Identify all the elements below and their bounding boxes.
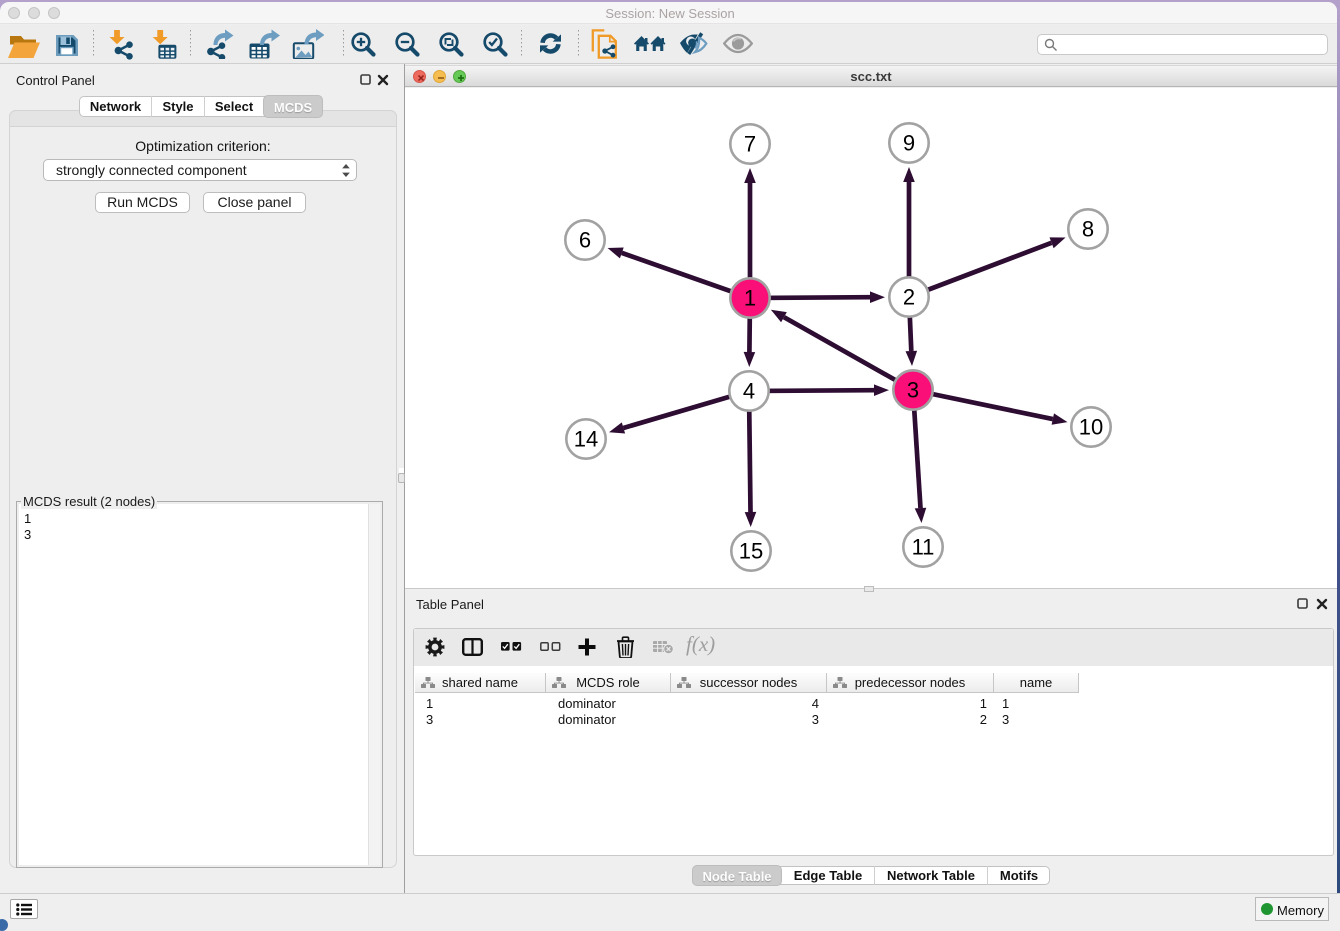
svg-text:8: 8 [1082, 217, 1094, 242]
svg-text:10: 10 [1079, 415, 1103, 440]
svg-text:3: 3 [907, 378, 919, 403]
svg-text:14: 14 [574, 427, 598, 452]
svg-text:11: 11 [912, 535, 935, 560]
svg-text:9: 9 [903, 131, 915, 156]
svg-text:15: 15 [739, 539, 763, 564]
svg-text:7: 7 [744, 132, 756, 157]
svg-text:6: 6 [579, 228, 591, 253]
svg-text:2: 2 [903, 285, 915, 310]
svg-text:4: 4 [743, 379, 755, 404]
svg-text:1: 1 [744, 286, 756, 311]
